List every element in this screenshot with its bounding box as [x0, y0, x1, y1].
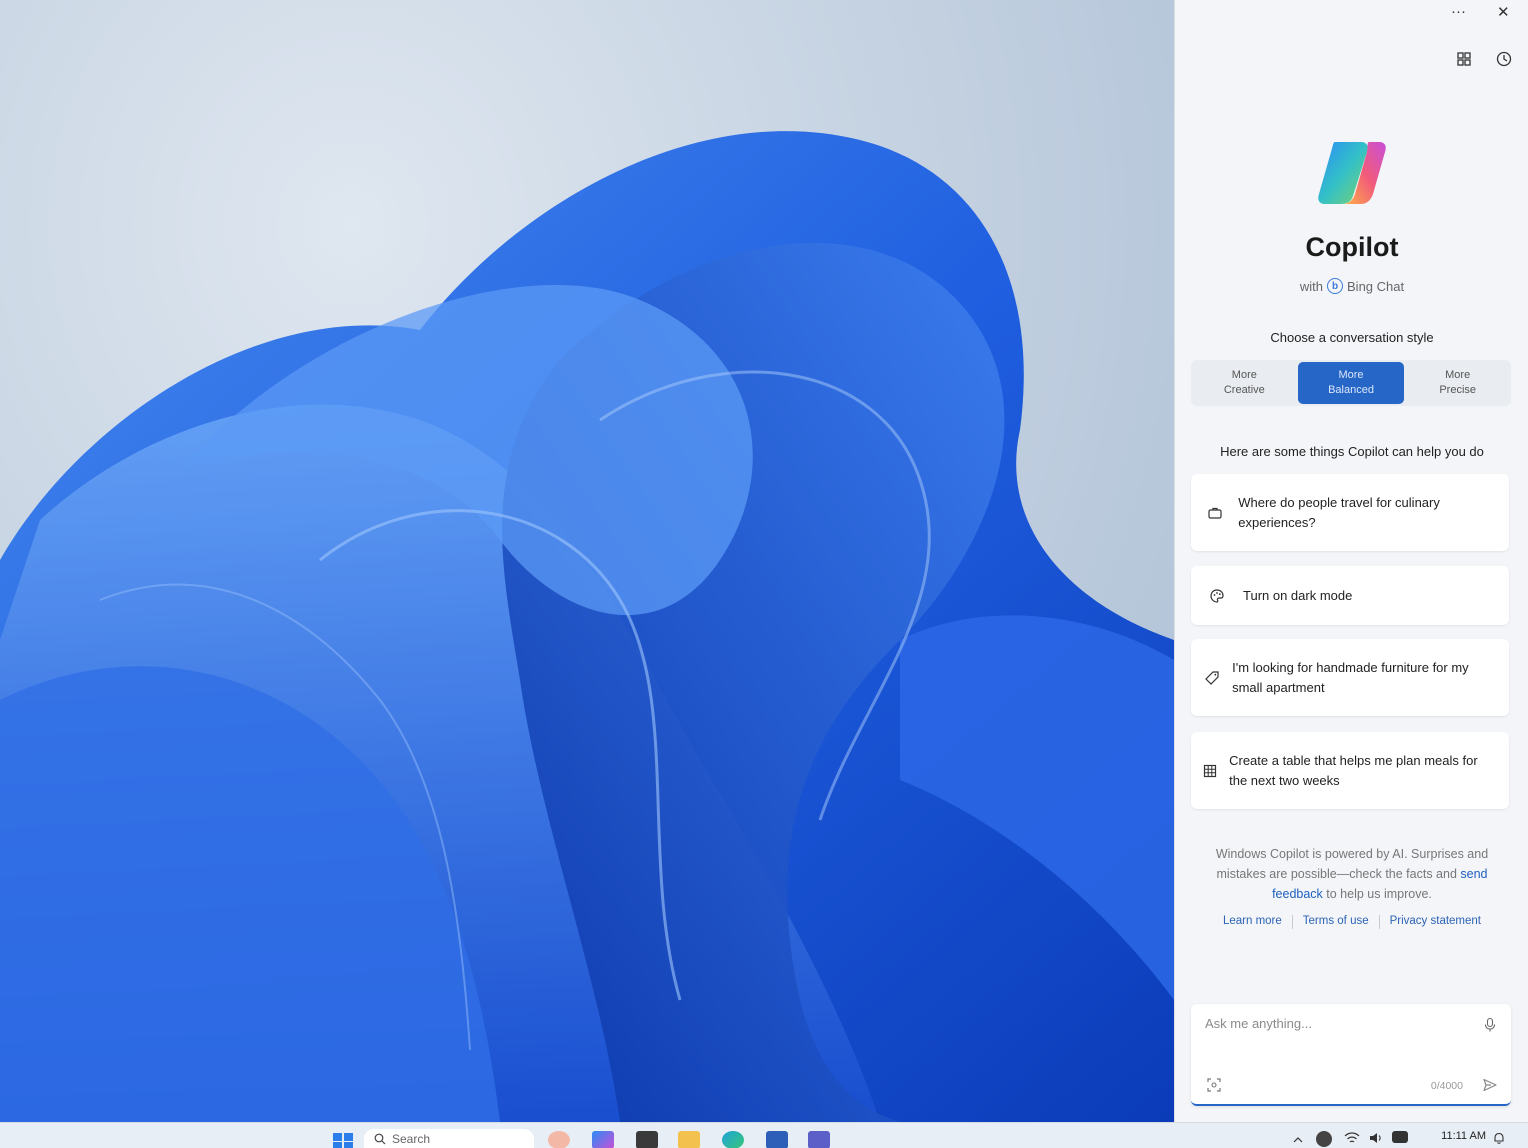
copilot-pane: ··· ✕ Copilot with b Bing Chat Choose a …: [1174, 0, 1528, 1122]
suggestion-text: Turn on dark mode: [1243, 587, 1353, 603]
disclaimer-text: Windows Copilot is powered by AI. Surpri…: [1215, 847, 1489, 881]
more-options-button[interactable]: ···: [1451, 4, 1466, 19]
account-icon[interactable]: [1316, 1131, 1332, 1147]
chat-input-placeholder[interactable]: Ask me anything...: [1205, 1016, 1312, 1031]
start-button[interactable]: [332, 1132, 354, 1148]
copilot-title: Copilot: [1305, 232, 1399, 262]
style-creative-button[interactable]: More Creative: [1191, 360, 1298, 406]
suggestion-card[interactable]: Turn on dark mode: [1191, 566, 1509, 625]
footer-links: Learn more Terms of use Privacy statemen…: [1175, 915, 1528, 929]
task-view-icon[interactable]: [636, 1131, 658, 1148]
terms-of-use-link[interactable]: Terms of use: [1303, 915, 1369, 929]
conversation-style-selector: More Creative More Balanced More Precise: [1191, 360, 1511, 406]
plugins-icon[interactable]: [1453, 48, 1475, 70]
suggestion-card[interactable]: Create a table that helps me plan meals …: [1191, 732, 1509, 809]
wifi-icon[interactable]: [1344, 1131, 1360, 1145]
suggestion-card[interactable]: Where do people travel for culinary expe…: [1191, 474, 1509, 551]
edge-icon[interactable]: [722, 1131, 744, 1148]
battery-icon[interactable]: [1392, 1131, 1408, 1143]
tag-icon: [1191, 670, 1232, 686]
palette-icon: [1191, 588, 1243, 604]
learn-more-link[interactable]: Learn more: [1223, 915, 1282, 929]
desktop-wallpaper: [0, 0, 1174, 1122]
bing-icon: b: [1327, 278, 1344, 294]
bloom-wallpaper-graphic: [0, 131, 1174, 1122]
notification-bell-icon[interactable]: [1492, 1131, 1506, 1145]
taskbar-search[interactable]: Search: [364, 1129, 534, 1148]
with-label: with: [1299, 278, 1324, 294]
briefcase-icon: [1191, 505, 1238, 521]
style-precise-button[interactable]: More Precise: [1404, 360, 1511, 406]
ai-disclaimer: Windows Copilot is powered by AI. Surpri…: [1199, 844, 1505, 904]
suggestions-label: Here are some things Copilot can help yo…: [1220, 444, 1484, 459]
suggestion-card[interactable]: I'm looking for handmade furniture for m…: [1191, 639, 1509, 716]
conversation-style-label: Choose a conversation style: [1270, 330, 1434, 345]
volume-icon[interactable]: [1368, 1131, 1384, 1145]
send-icon[interactable]: [1479, 1074, 1501, 1096]
chat-input-box[interactable]: Ask me anything... 0/4000: [1191, 1004, 1511, 1106]
character-counter: 0/4000: [1430, 1080, 1463, 1092]
bing-chat-label: Bing Chat: [1347, 278, 1405, 294]
copilot-logo: [1315, 138, 1389, 208]
search-icon: [374, 1133, 386, 1145]
close-button[interactable]: ✕: [1497, 5, 1510, 20]
history-icon[interactable]: [1493, 48, 1515, 70]
store-icon[interactable]: [766, 1131, 788, 1148]
style-balanced-button[interactable]: More Balanced: [1297, 362, 1405, 404]
copilot-taskbar-icon[interactable]: [592, 1131, 614, 1148]
suggestion-text: I'm looking for handmade furniture for m…: [1232, 659, 1469, 695]
divider: [1378, 915, 1380, 929]
taskbar: Search 11:11 AM: [0, 1122, 1528, 1148]
suggestion-text: Where do people travel for culinary expe…: [1238, 494, 1440, 530]
disclaimer-text-end: to help us improve.: [1322, 887, 1432, 901]
divider: [1291, 915, 1293, 929]
copilot-subtitle: with b Bing Chat: [1175, 278, 1528, 294]
teams-icon[interactable]: [808, 1131, 830, 1148]
table-icon: [1191, 763, 1229, 779]
privacy-statement-link[interactable]: Privacy statement: [1390, 915, 1481, 929]
suggestion-text: Create a table that helps me plan meals …: [1229, 752, 1478, 788]
file-explorer-icon[interactable]: [678, 1131, 700, 1148]
chevron-up-icon[interactable]: [1292, 1133, 1304, 1145]
search-label: Search: [392, 1132, 431, 1146]
widgets-icon[interactable]: [548, 1131, 570, 1148]
taskbar-clock[interactable]: 11:11 AM: [1441, 1130, 1486, 1142]
screenshot-capture-icon[interactable]: [1203, 1074, 1225, 1096]
microphone-icon[interactable]: [1479, 1014, 1501, 1036]
